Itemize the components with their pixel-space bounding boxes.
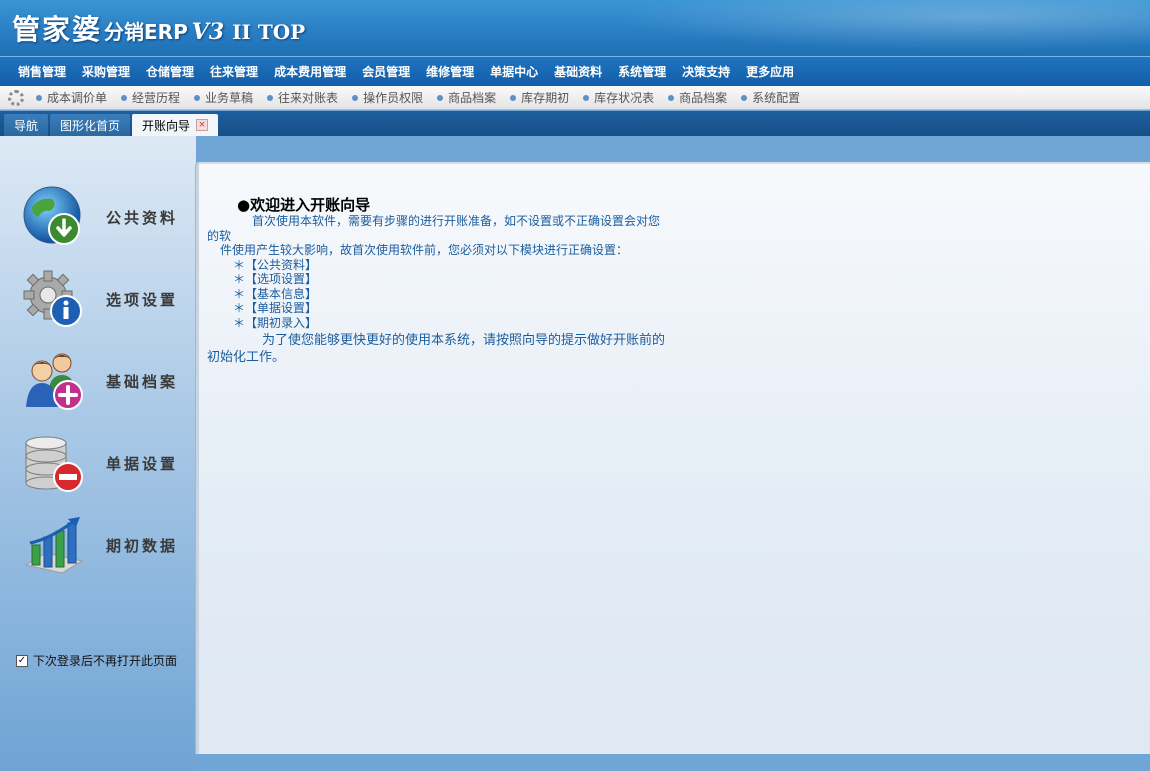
nav-label: 单据设置	[106, 454, 179, 473]
header-banner: 管家婆 分销ERP V3 II TOP	[0, 0, 1150, 56]
menu-item-accounts[interactable]: 往来管理	[202, 63, 266, 80]
bar-chart-growth-icon	[24, 517, 84, 574]
logo-version-text: V3	[191, 19, 225, 45]
gear-icon[interactable]	[8, 89, 24, 106]
tab-graphical-home[interactable]: 图形化首页	[50, 114, 131, 136]
quick-item-label: 库存状况表	[594, 91, 655, 105]
menu-item-purchase[interactable]: 采购管理	[74, 63, 138, 80]
tab-bar: 导航 图形化首页 开账向导 ×	[0, 111, 1150, 136]
page-title: ●欢迎进入开账向导	[237, 196, 371, 214]
bottom-strip	[196, 754, 1150, 771]
menu-item-repair[interactable]: 维修管理	[418, 63, 482, 80]
database-remove-icon	[25, 436, 83, 492]
menu-item-warehouse[interactable]: 仓储管理	[138, 63, 202, 80]
nav-item-options[interactable]: 选项设置	[22, 266, 192, 332]
nav-label: 公共资料	[106, 208, 179, 227]
module-list-item: ＊【单据设置】	[233, 301, 318, 315]
quick-item[interactable]: 商品档案	[437, 89, 496, 106]
quick-item-label: 商品档案	[448, 91, 497, 105]
nav-label: 选项设置	[106, 290, 179, 309]
nav-label: 期初数据	[106, 536, 179, 555]
quick-item-label: 操作员权限	[363, 91, 424, 105]
quick-item[interactable]: 成本调价单	[36, 89, 107, 106]
bullet-icon	[194, 94, 201, 101]
module-list-item: ＊【期初录入】	[233, 315, 318, 330]
menu-item-member[interactable]: 会员管理	[354, 63, 418, 80]
module-list-item: ＊【公共资料】	[233, 257, 318, 272]
logo-sub-text: 分销ERP	[104, 20, 188, 44]
no-show-again-option: ✓ 下次登录后不再打开此页面	[16, 652, 177, 669]
quick-item[interactable]: 库存状况表	[583, 89, 654, 106]
app-logo: 管家婆 分销ERP V3 II TOP	[12, 8, 305, 48]
logo-edition-text: II TOP	[232, 20, 306, 44]
bullet-icon	[267, 94, 274, 101]
bullet-icon	[121, 94, 128, 101]
gear-info-icon	[23, 270, 82, 327]
quick-item[interactable]: 系统配置	[741, 89, 800, 106]
menu-item-more[interactable]: 更多应用	[738, 63, 802, 80]
bullet-icon	[352, 94, 359, 101]
nav-item-basic-archive[interactable]: 基础档案	[22, 348, 192, 414]
quick-item-label: 往来对账表	[278, 91, 339, 105]
quick-item-label: 库存期初	[521, 91, 570, 105]
bullet-icon	[36, 94, 42, 101]
menu-item-documents[interactable]: 单据中心	[482, 63, 546, 80]
quick-item-label: 系统配置	[752, 91, 801, 105]
intro-text: 初始化工作。	[207, 350, 286, 365]
intro-text: 的软	[207, 228, 232, 243]
wizard-content-panel: ●欢迎进入开账向导 首次使用本软件，需要有步骤的进行开账准备，如不设置或不正确设…	[196, 162, 1150, 754]
close-icon[interactable]: ×	[196, 119, 209, 131]
nav-item-initial-data[interactable]: 期初数据	[22, 512, 192, 578]
tab-opening-wizard[interactable]: 开账向导 ×	[132, 114, 219, 136]
quick-item[interactable]: 库存期初	[510, 89, 569, 106]
intro-text: 件使用产生较大影响，故首次使用软件前，您必须对以下模块进行正确设置：	[220, 243, 629, 257]
menu-item-sales[interactable]: 销售管理	[10, 63, 74, 80]
no-show-again-checkbox[interactable]: ✓	[16, 654, 28, 667]
module-list-item: ＊【基本信息】	[233, 286, 318, 301]
quick-item[interactable]: 业务草稿	[194, 89, 253, 106]
quick-item[interactable]: 操作员权限	[352, 89, 423, 106]
intro-text: 为了使您能够更快更好的使用本系统，请按照向导的提示做好开账前的	[262, 333, 666, 348]
left-nav-panel: 公共资料 选项设置 基础档案 单据设置 期初数据 ✓ 下次登录后不再打开此页面	[0, 136, 196, 771]
nav-label: 基础档案	[106, 372, 179, 391]
bullet-icon	[510, 94, 517, 101]
users-add-icon	[26, 353, 83, 410]
module-list-item: ＊【选项设置】	[233, 272, 318, 286]
quick-item[interactable]: 经营历程	[121, 89, 180, 106]
quick-item-label: 成本调价单	[47, 91, 108, 105]
globe-download-icon	[23, 186, 81, 245]
menu-item-system[interactable]: 系统管理	[610, 63, 674, 80]
bullet-icon	[437, 94, 444, 101]
quick-item-label: 经营历程	[132, 91, 181, 105]
main-menu-bar: 销售管理 采购管理 仓储管理 往来管理 成本费用管理 会员管理 维修管理 单据中…	[0, 56, 1150, 86]
nav-item-document-settings[interactable]: 单据设置	[22, 430, 192, 496]
menu-item-cost[interactable]: 成本费用管理	[266, 63, 354, 80]
bullet-icon	[668, 94, 675, 101]
bullet-icon	[741, 94, 748, 101]
nav-item-public-data[interactable]: 公共资料	[22, 184, 192, 250]
bullet-icon	[583, 94, 590, 101]
tab-label: 开账向导	[142, 118, 191, 133]
wizard-intro: ●欢迎进入开账向导 首次使用本软件，需要有步骤的进行开账准备，如不设置或不正确设…	[207, 196, 707, 366]
quick-item-label: 商品档案	[679, 91, 728, 105]
no-show-again-label: 下次登录后不再打开此页面	[33, 654, 178, 668]
menu-item-decision[interactable]: 决策支持	[674, 63, 738, 80]
menu-item-basic-data[interactable]: 基础资料	[546, 63, 610, 80]
quick-item[interactable]: 商品档案	[668, 89, 727, 106]
logo-main-text: 管家婆	[12, 13, 103, 46]
quick-item[interactable]: 往来对账表	[267, 89, 338, 106]
tab-navigation[interactable]: 导航	[4, 114, 49, 136]
intro-text: 首次使用本软件，需要有步骤的进行开账准备，如不设置或不正确设置会对您	[252, 214, 661, 228]
quick-item-label: 业务草稿	[205, 91, 254, 105]
quick-access-bar: 成本调价单 经营历程 业务草稿 往来对账表 操作员权限 商品档案 库存期初 库存…	[0, 86, 1150, 110]
